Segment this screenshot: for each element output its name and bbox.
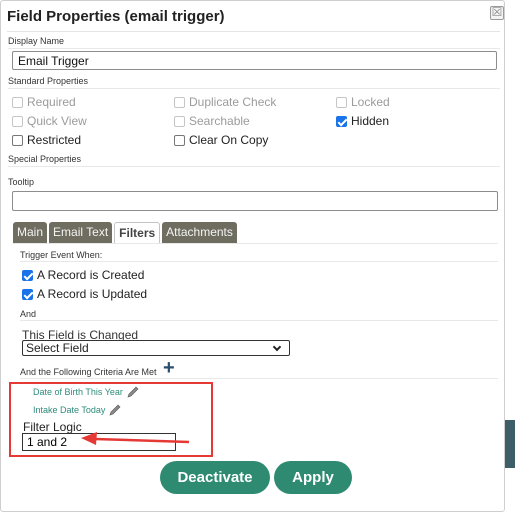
- tab-bar: Main Email Text Filters Attachments: [13, 222, 237, 243]
- display-name-input[interactable]: [12, 51, 497, 70]
- tab-email-text[interactable]: Email Text: [49, 222, 113, 243]
- searchable-checkbox[interactable]: Searchable: [174, 114, 250, 128]
- deactivate-button[interactable]: Deactivate: [160, 461, 270, 494]
- checkbox-label: Locked: [351, 95, 390, 109]
- checkbox-box[interactable]: [336, 115, 347, 127]
- dialog-title: Field Properties (email trigger): [7, 8, 225, 25]
- checkbox-box[interactable]: [12, 134, 23, 146]
- checkbox-label: Searchable: [189, 114, 250, 128]
- criteria-label: And the Following Criteria Are Met: [20, 367, 157, 377]
- restricted-checkbox[interactable]: Restricted: [12, 133, 81, 147]
- divider: [13, 243, 498, 244]
- field-properties-dialog: Field Properties (email trigger) ☒ Displ…: [0, 0, 505, 512]
- checkbox-box[interactable]: [174, 96, 185, 108]
- tab-filters[interactable]: Filters: [114, 222, 161, 243]
- checkbox-box[interactable]: [174, 115, 185, 127]
- background-panel: [505, 420, 515, 468]
- required-checkbox[interactable]: Required: [12, 95, 76, 109]
- checkbox-label: Quick View: [27, 114, 87, 128]
- record-created-checkbox[interactable]: A Record is Created: [22, 268, 144, 282]
- select-field-dropdown[interactable]: Select Field: [22, 340, 290, 356]
- apply-button[interactable]: Apply: [274, 461, 352, 494]
- divider: [7, 31, 500, 32]
- divider: [8, 166, 500, 167]
- divider: [20, 320, 498, 321]
- duplicate-check-checkbox[interactable]: Duplicate Check: [174, 95, 276, 109]
- locked-checkbox[interactable]: Locked: [336, 95, 390, 109]
- checkbox-box[interactable]: [22, 269, 33, 281]
- trigger-event-label: Trigger Event When:: [20, 250, 103, 260]
- checkbox-label: Hidden: [351, 114, 390, 128]
- tooltip-label: Tooltip: [8, 177, 35, 187]
- annotation-arrow-icon: [81, 432, 190, 445]
- checkbox-label: A Record is Created: [37, 268, 145, 282]
- checkbox-box[interactable]: [174, 134, 185, 146]
- add-criteria-icon[interactable]: +: [163, 358, 175, 378]
- special-properties-label: Special Properties: [8, 154, 82, 164]
- checkbox-label: Restricted: [27, 133, 82, 147]
- select-value: Select Field: [26, 341, 89, 355]
- checkbox-box[interactable]: [12, 115, 23, 127]
- checkbox-label: Duplicate Check: [189, 95, 277, 109]
- divider: [8, 88, 500, 89]
- tooltip-input[interactable]: [12, 191, 498, 211]
- divider: [20, 261, 498, 262]
- tab-main[interactable]: Main: [13, 222, 48, 243]
- standard-properties-label: Standard Properties: [8, 76, 89, 86]
- checkbox-label: A Record is Updated: [37, 287, 148, 301]
- chevron-down-icon: [272, 342, 282, 351]
- divider: [8, 48, 500, 49]
- checkbox-box[interactable]: [336, 96, 347, 108]
- checkbox-box[interactable]: [22, 288, 33, 300]
- checkbox-box[interactable]: [12, 96, 23, 108]
- close-icon[interactable]: ☒: [490, 6, 504, 20]
- quick-view-checkbox[interactable]: Quick View: [12, 114, 87, 128]
- and-label: And: [20, 309, 37, 319]
- clear-on-copy-checkbox[interactable]: Clear On Copy: [174, 133, 268, 147]
- tab-attachments[interactable]: Attachments: [162, 222, 237, 243]
- divider: [20, 378, 498, 379]
- record-updated-checkbox[interactable]: A Record is Updated: [22, 287, 147, 301]
- hidden-checkbox[interactable]: Hidden: [336, 114, 389, 128]
- display-name-label: Display Name: [8, 36, 65, 46]
- checkbox-label: Required: [27, 95, 76, 109]
- checkbox-label: Clear On Copy: [189, 133, 269, 147]
